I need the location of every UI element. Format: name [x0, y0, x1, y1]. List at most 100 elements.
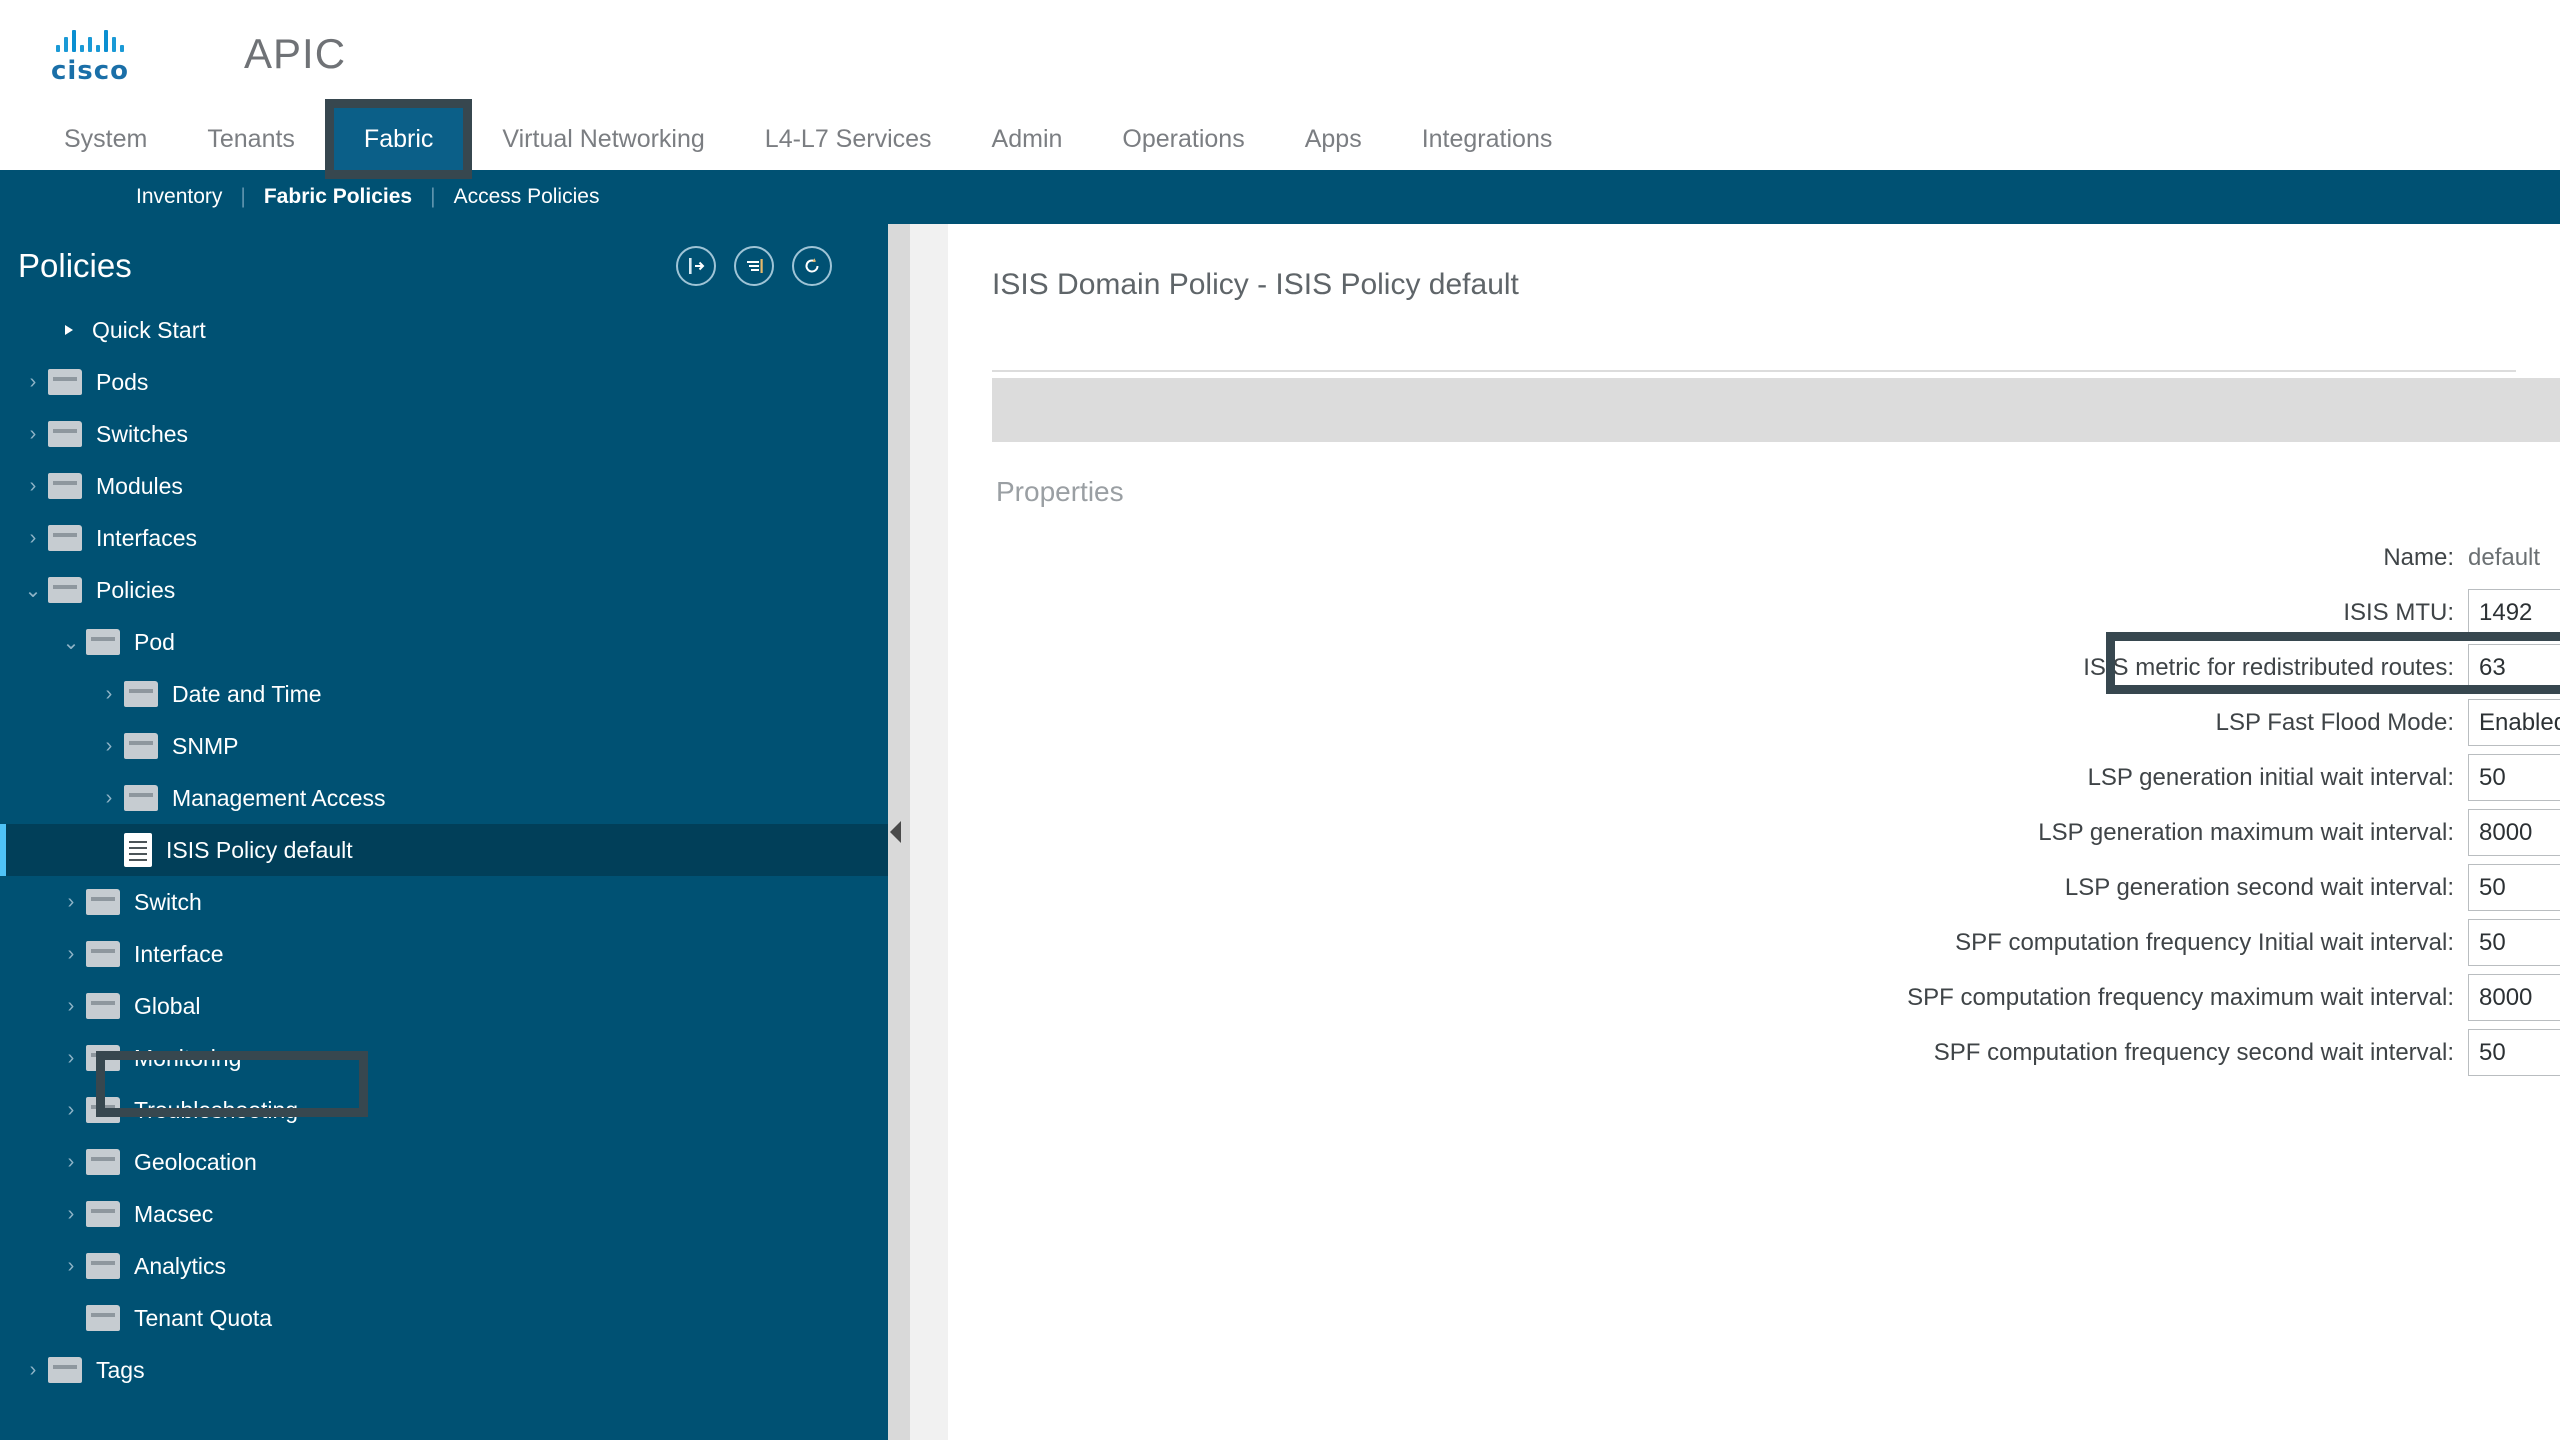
sidebar-item-pod[interactable]: ⌄ Pod [0, 616, 888, 668]
spf-maximum-wait-input[interactable]: 8000 [2469, 975, 2560, 1020]
sidebar-item-policies[interactable]: ⌄ Policies [0, 564, 888, 616]
field-label: ISIS metric for redistributed routes: [2083, 653, 2454, 681]
properties-form: Name: default ISIS MTU: 1492 ISIS metric… [948, 508, 2560, 1080]
tab-system[interactable]: System [34, 108, 177, 170]
tab-l4-l7-services[interactable]: L4-L7 Services [735, 108, 962, 170]
sidebar-item-macsec[interactable]: › Macsec [0, 1188, 888, 1240]
isis-mtu-stepper[interactable]: 1492 [2468, 589, 2560, 636]
sidebar-item-geolocation[interactable]: › Geolocation [0, 1136, 888, 1188]
chevron-right-icon[interactable]: › [56, 1151, 86, 1174]
isis-metric-input[interactable]: 63 [2469, 645, 2560, 690]
tab-fabric[interactable]: Fabric [324, 99, 473, 179]
chevron-right-icon[interactable]: › [56, 891, 86, 914]
subnav-item-fabric-policies[interactable]: Fabric Policies [246, 185, 430, 209]
chevron-right-icon[interactable]: › [94, 735, 124, 758]
sidebar-item-interface[interactable]: › Interface [0, 928, 888, 980]
field-row-isis-metric-redistributed-routes: ISIS metric for redistributed routes: 63 [948, 632, 2560, 695]
chevron-right-icon[interactable]: › [94, 683, 124, 706]
tab-integrations[interactable]: Integrations [1392, 108, 1583, 170]
tab-virtual-networking[interactable]: Virtual Networking [472, 108, 734, 170]
lsp-gen-initial-wait-stepper[interactable]: 50 [2468, 754, 2560, 801]
tab-apps[interactable]: Apps [1275, 108, 1392, 170]
tab-operations[interactable]: Operations [1092, 108, 1274, 170]
sidebar-item-quick-start[interactable]: › Quick Start [0, 304, 888, 356]
chevron-right-icon[interactable]: › [94, 787, 124, 810]
lsp-gen-initial-wait-input[interactable]: 50 [2469, 755, 2560, 800]
lsp-fast-flood-mode-select[interactable]: Enabled [2468, 699, 2560, 746]
isis-metric-stepper[interactable]: 63 [2468, 644, 2560, 691]
sidebar-item-isis-policy-default[interactable]: › ISIS Policy default [0, 824, 888, 876]
sidebar-item-tenant-quota[interactable]: › Tenant Quota [0, 1292, 888, 1344]
sidebar-item-snmp[interactable]: › SNMP [0, 720, 888, 772]
chevron-right-icon[interactable]: › [56, 1099, 86, 1122]
spf-maximum-wait-stepper[interactable]: 8000 [2468, 974, 2560, 1021]
lsp-gen-maximum-wait-stepper[interactable]: 8000 [2468, 809, 2560, 856]
folder-icon [86, 1201, 120, 1227]
chevron-right-icon[interactable]: › [56, 1255, 86, 1278]
policy-detail-panel: ISIS Domain Policy - ISIS Policy default… [948, 224, 2560, 1440]
sidebar-item-label: Interfaces [96, 524, 197, 551]
subnav-item-inventory[interactable]: Inventory [118, 185, 240, 209]
isis-mtu-input[interactable]: 1492 [2469, 590, 2560, 635]
sidebar-item-label: Analytics [134, 1252, 227, 1279]
sidebar-item-date-and-time[interactable]: › Date and Time [0, 668, 888, 720]
panel-splitter[interactable] [888, 224, 910, 1440]
page-title: ISIS Domain Policy - ISIS Policy default [992, 268, 1519, 301]
chevron-right-icon[interactable]: › [56, 995, 86, 1018]
sidebar-item-management-access[interactable]: › Management Access [0, 772, 888, 824]
cisco-logo[interactable]: cisco [34, 26, 146, 86]
sidebar-item-modules[interactable]: › Modules [0, 460, 888, 512]
properties-section-label: Properties [996, 476, 1124, 507]
spf-initial-wait-stepper[interactable]: 50 [2468, 919, 2560, 966]
sidebar-item-label: Interface [134, 940, 224, 967]
spf-initial-wait-input[interactable]: 50 [2469, 920, 2560, 965]
chevron-right-icon[interactable]: › [18, 1359, 48, 1382]
spf-second-wait-stepper[interactable]: 50 [2468, 1029, 2560, 1076]
chevron-right-icon[interactable]: › [18, 423, 48, 446]
field-row-spf-maximum-wait: SPF computation frequency maximum wait i… [948, 970, 2560, 1025]
sidebar-item-global[interactable]: › Global [0, 980, 888, 1032]
field-label: LSP generation initial wait interval: [2087, 763, 2454, 791]
sidebar-item-label: Pod [134, 628, 175, 655]
spf-second-wait-input[interactable]: 50 [2469, 1030, 2560, 1075]
sidebar-header-actions [676, 246, 832, 286]
lsp-gen-second-wait-input[interactable]: 50 [2469, 865, 2560, 910]
brand-bar: cisco APIC [0, 0, 2560, 108]
filter-list-icon[interactable] [734, 246, 774, 286]
chevron-right-icon[interactable]: › [56, 1047, 86, 1070]
collapse-panel-icon[interactable] [676, 246, 716, 286]
sidebar-item-label: Tags [96, 1356, 145, 1383]
chevron-down-icon[interactable]: ⌄ [18, 578, 48, 603]
lsp-gen-second-wait-stepper[interactable]: 50 [2468, 864, 2560, 911]
sidebar-item-pods[interactable]: › Pods [0, 356, 888, 408]
panel-toolbar-band [992, 378, 2560, 442]
field-row-name: Name: default [948, 530, 2560, 585]
lsp-fast-flood-mode-value[interactable]: Enabled [2469, 700, 2560, 745]
folder-icon [86, 1045, 120, 1071]
chevron-right-icon[interactable]: › [56, 943, 86, 966]
sidebar-item-troubleshooting[interactable]: › Troubleshooting [0, 1084, 888, 1136]
chevron-right-icon[interactable]: › [56, 1203, 86, 1226]
sidebar-title: Policies [18, 247, 132, 284]
field-label: SPF computation frequency Initial wait i… [1955, 928, 2454, 956]
folder-icon [86, 629, 120, 655]
splitter-collapse-handle[interactable] [890, 821, 901, 843]
sidebar-item-tags[interactable]: › Tags [0, 1344, 888, 1396]
chevron-down-icon[interactable]: ⌄ [56, 630, 86, 655]
field-row-lsp-fast-flood-mode: LSP Fast Flood Mode: Enabled [948, 695, 2560, 750]
subnav-item-access-policies[interactable]: Access Policies [436, 185, 618, 209]
sidebar-item-interfaces[interactable]: › Interfaces [0, 512, 888, 564]
sidebar-item-monitoring[interactable]: › Monitoring [0, 1032, 888, 1084]
chevron-right-icon[interactable]: › [18, 475, 48, 498]
lsp-gen-maximum-wait-input[interactable]: 8000 [2469, 810, 2560, 855]
tab-tenants[interactable]: Tenants [177, 108, 325, 170]
chevron-right-icon[interactable]: › [18, 527, 48, 550]
chevron-right-icon[interactable]: › [18, 371, 48, 394]
tab-admin[interactable]: Admin [962, 108, 1093, 170]
sidebar-item-label: Macsec [134, 1200, 214, 1227]
refresh-icon[interactable] [792, 246, 832, 286]
sidebar-item-switches[interactable]: › Switches [0, 408, 888, 460]
sidebar-item-switch[interactable]: › Switch [0, 876, 888, 928]
field-row-spf-second-wait: SPF computation frequency second wait in… [948, 1025, 2560, 1080]
sidebar-item-analytics[interactable]: › Analytics [0, 1240, 888, 1292]
